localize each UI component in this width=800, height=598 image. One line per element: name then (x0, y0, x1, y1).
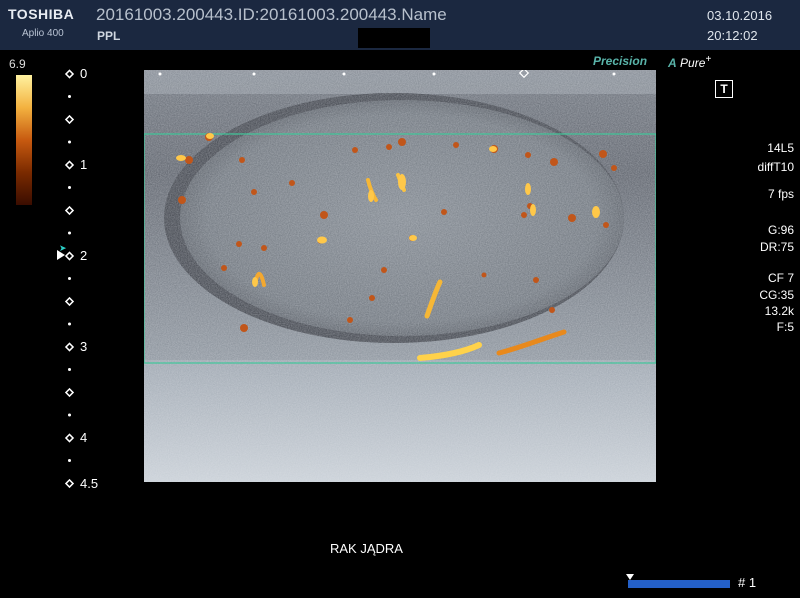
probe-label: 14L5 (767, 141, 794, 155)
color-scale-bar (16, 75, 32, 205)
precision-indicator: Precision (593, 54, 648, 68)
depth-label-1: 1 (80, 157, 88, 172)
apure-text: Pure (680, 56, 706, 70)
color-scale-max: 6.9 (9, 57, 26, 71)
preset-label: PPL (97, 29, 121, 43)
t-marker-button[interactable]: T (715, 80, 733, 98)
image-caption: RAK JĄDRA (330, 541, 403, 556)
apure-indicator: A Pure+ (668, 54, 711, 70)
exam-time: 20:12:02 (707, 28, 758, 43)
filter-label: F:5 (776, 320, 794, 334)
depth-label-4-5: 4.5 (80, 476, 99, 491)
brand-logo: TOSHIBA (8, 6, 75, 22)
prf-label: 13.2k (764, 304, 794, 318)
depth-label-4: 4 (80, 430, 88, 445)
cine-bar[interactable] (628, 580, 730, 588)
fps-label: 7 fps (767, 187, 794, 201)
cine-frame-label: # 1 (738, 575, 757, 590)
redacted-block (358, 28, 430, 48)
exam-date: 03.10.2016 (707, 8, 773, 23)
gain-label: G:96 (767, 223, 794, 237)
cf-label: CF 7 (767, 271, 794, 285)
ultrasound-image (144, 70, 656, 482)
depth-label-0: 0 (80, 66, 88, 81)
mode-label: diffT10 (757, 160, 794, 174)
depth-label-2: 2 (80, 248, 88, 263)
apure-plus: + (705, 54, 712, 65)
patient-id: 20161003.200443.ID:20161003.200443.Name (96, 5, 447, 24)
apure-a: A (668, 56, 677, 70)
dynamic-range-label: DR:75 (759, 240, 794, 254)
focus-indicator-icon: ➤ (59, 243, 67, 253)
header-bar: TOSHIBA Aplio 400 20161003.200443.ID:201… (0, 0, 800, 50)
device-model: Aplio 400 (22, 28, 64, 39)
color-gain-label: CG:35 (759, 288, 794, 302)
depth-label-3: 3 (80, 339, 88, 354)
